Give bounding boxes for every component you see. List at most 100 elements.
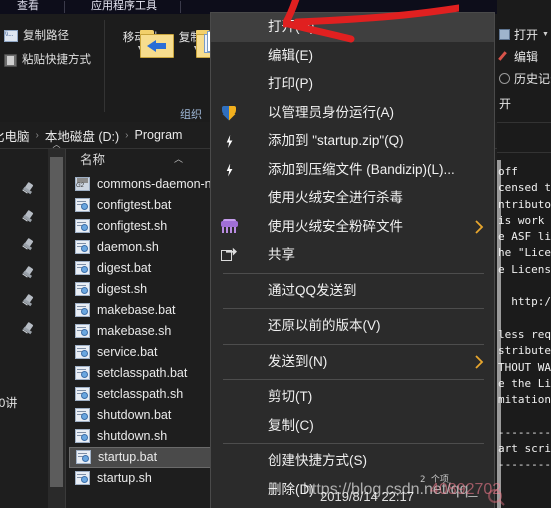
menu-item-open[interactable]: 打开(O) xyxy=(211,13,494,42)
file-name: daemon.sh xyxy=(97,240,159,255)
pin-icon[interactable] xyxy=(22,293,35,308)
editor-button-edit[interactable]: 编辑 xyxy=(498,48,538,65)
menu-item-label: 创建快捷方式(S) xyxy=(268,453,367,469)
menu-separator xyxy=(223,379,484,380)
script-file-icon xyxy=(75,198,90,213)
script-file-icon xyxy=(75,471,90,486)
editor-line: censed to xyxy=(498,181,551,195)
pin-icon[interactable] xyxy=(22,321,35,336)
menu-item-label: 共享 xyxy=(268,247,295,263)
ribbon-button-paste-shortcut[interactable]: 粘贴快捷方式 xyxy=(4,50,91,70)
file-name: startup.sh xyxy=(97,471,152,486)
ribbon-group-divider xyxy=(104,20,105,112)
context-menu[interactable]: 打开(O) 编辑(E) 打印(P) 以管理员身份运行(A) 添加到 "start… xyxy=(210,12,495,508)
menu-item-label: 还原以前的版本(V) xyxy=(268,318,381,334)
menu-item-add-to-archive-bandizip[interactable]: 添加到压缩文件 (Bandizip)(L)... xyxy=(211,156,494,185)
file-name: setclasspath.sh xyxy=(97,387,184,402)
script-file-icon xyxy=(75,219,90,234)
pin-icon[interactable] xyxy=(22,237,35,252)
editor-line: http:// xyxy=(511,295,551,309)
editor-button-history[interactable]: 历史记录 xyxy=(499,70,551,87)
editor-extra-text: 开 xyxy=(499,97,512,111)
pin-icon[interactable] xyxy=(22,181,35,196)
menu-item-send-to[interactable]: 发送到(N) xyxy=(211,348,494,377)
menu-item-share[interactable]: 共享 xyxy=(211,241,494,270)
menu-item-label: 重命名(M) xyxy=(268,504,329,508)
menu-item-copy[interactable]: 复制(C) xyxy=(211,412,494,441)
editor-divider xyxy=(497,152,551,153)
tab-application-tools[interactable]: 应用程序工具 xyxy=(72,0,176,14)
pin-icon[interactable] xyxy=(22,265,35,280)
open-icon xyxy=(499,29,510,40)
shredder-icon xyxy=(221,218,238,236)
script-file-icon xyxy=(75,366,90,381)
share-icon xyxy=(221,247,238,264)
script-file-icon xyxy=(75,261,90,276)
editor-line: less requ xyxy=(498,327,551,341)
ribbon-button-copy-path[interactable]: \\... 复制路径 xyxy=(4,26,69,46)
script-file-icon xyxy=(75,345,90,360)
breadcrumb-item-2[interactable]: Program xyxy=(135,128,183,142)
copy-path-icon: \\... xyxy=(4,30,18,42)
menu-item-label: 使用火绒安全进行杀毒 xyxy=(268,190,403,206)
navigation-pane[interactable]: 30讲 xyxy=(0,149,48,508)
editor-line: is work f xyxy=(498,213,551,227)
editor-text-content[interactable]: off censed to ntributor is work f e ASF … xyxy=(498,164,551,474)
editor-line: mitations xyxy=(498,393,551,407)
menu-separator xyxy=(223,308,484,309)
editor-extra-label[interactable]: 开 xyxy=(499,95,511,112)
ribbon-group-label-organize: 组织 xyxy=(180,109,202,121)
nav-item-partial-label[interactable]: 30讲 xyxy=(0,394,17,411)
menu-item-label: 剪切(T) xyxy=(268,389,313,405)
file-name: service.bat xyxy=(97,345,158,360)
breadcrumb-item-0[interactable]: 比电脑 xyxy=(0,126,30,145)
ribbon-button-move-to[interactable]: 移动到 ▼ xyxy=(112,30,174,58)
menu-item-cut[interactable]: 剪切(T) xyxy=(211,383,494,412)
script-file-icon xyxy=(75,303,90,318)
chevron-down-icon[interactable]: ▼ xyxy=(542,31,549,38)
editor-line: stributed xyxy=(498,344,551,358)
file-name: configtest.bat xyxy=(97,198,172,213)
breadcrumb[interactable]: 比电脑 › 本地磁盘 (D:) › Program xyxy=(0,122,182,148)
editor-line: THOUT WAR xyxy=(498,360,551,374)
breadcrumb-separator-icon: › xyxy=(35,129,39,141)
menu-item-print[interactable]: 打印(P) xyxy=(211,70,494,99)
script-file-icon xyxy=(75,429,90,444)
menu-item-edit[interactable]: 编辑(E) xyxy=(211,42,494,71)
paste-shortcut-icon xyxy=(4,53,17,67)
menu-item-add-to-startup-zip[interactable]: 添加到 "startup.zip"(Q) xyxy=(211,127,494,156)
tab-view[interactable]: 查看 xyxy=(0,0,64,14)
menu-item-label: 编辑(E) xyxy=(268,47,313,63)
vertical-scrollbar[interactable]: ︿ xyxy=(48,140,65,508)
chevron-right-icon xyxy=(474,219,484,235)
menu-item-send-via-qq[interactable]: 通过QQ发送到 xyxy=(211,277,494,306)
editor-button-label: 历史记录 xyxy=(514,72,551,86)
menu-item-label: 发送到(N) xyxy=(268,353,328,369)
menu-item-restore-previous-versions[interactable]: 还原以前的版本(V) xyxy=(211,312,494,341)
scrollbar-thumb[interactable] xyxy=(50,157,63,487)
menu-item-label: 以管理员身份运行(A) xyxy=(268,104,394,120)
editor-toolbar: 打开 ▼ 编辑 历史记录 开 xyxy=(497,0,551,153)
menu-item-label: 通过QQ发送到 xyxy=(268,282,357,298)
sort-ascending-icon[interactable]: ︿ xyxy=(174,148,183,170)
file-name: shutdown.sh xyxy=(97,429,168,444)
pin-icon[interactable] xyxy=(22,209,35,224)
menu-item-label: 复制(C) xyxy=(268,417,314,433)
ribbon-button-label: 复制路径 xyxy=(23,30,69,42)
file-name: configtest.sh xyxy=(97,219,168,234)
script-file-icon xyxy=(75,387,90,402)
tab-divider xyxy=(64,1,65,13)
menu-item-run-as-administrator[interactable]: 以管理员身份运行(A) xyxy=(211,99,494,128)
menu-item-huorong-scan[interactable]: 使用火绒安全进行杀毒 xyxy=(211,184,494,213)
editor-divider xyxy=(497,122,551,123)
file-name: makebase.sh xyxy=(97,324,172,339)
menu-item-huorong-shred-file[interactable]: 使用火绒安全粉碎文件 xyxy=(211,213,494,242)
editor-button-open[interactable]: 打开 ▼ xyxy=(499,26,549,43)
menu-item-rename[interactable]: 重命名(M) xyxy=(211,504,494,508)
file-name: makebase.bat xyxy=(97,303,176,318)
menu-item-label: 打印(P) xyxy=(268,76,313,92)
scroll-up-icon[interactable]: ︿ xyxy=(48,140,65,149)
editor-button-label: 打开 xyxy=(514,28,539,42)
menu-item-create-shortcut[interactable]: 创建快捷方式(S) xyxy=(211,447,494,476)
chevron-right-icon xyxy=(474,354,484,370)
